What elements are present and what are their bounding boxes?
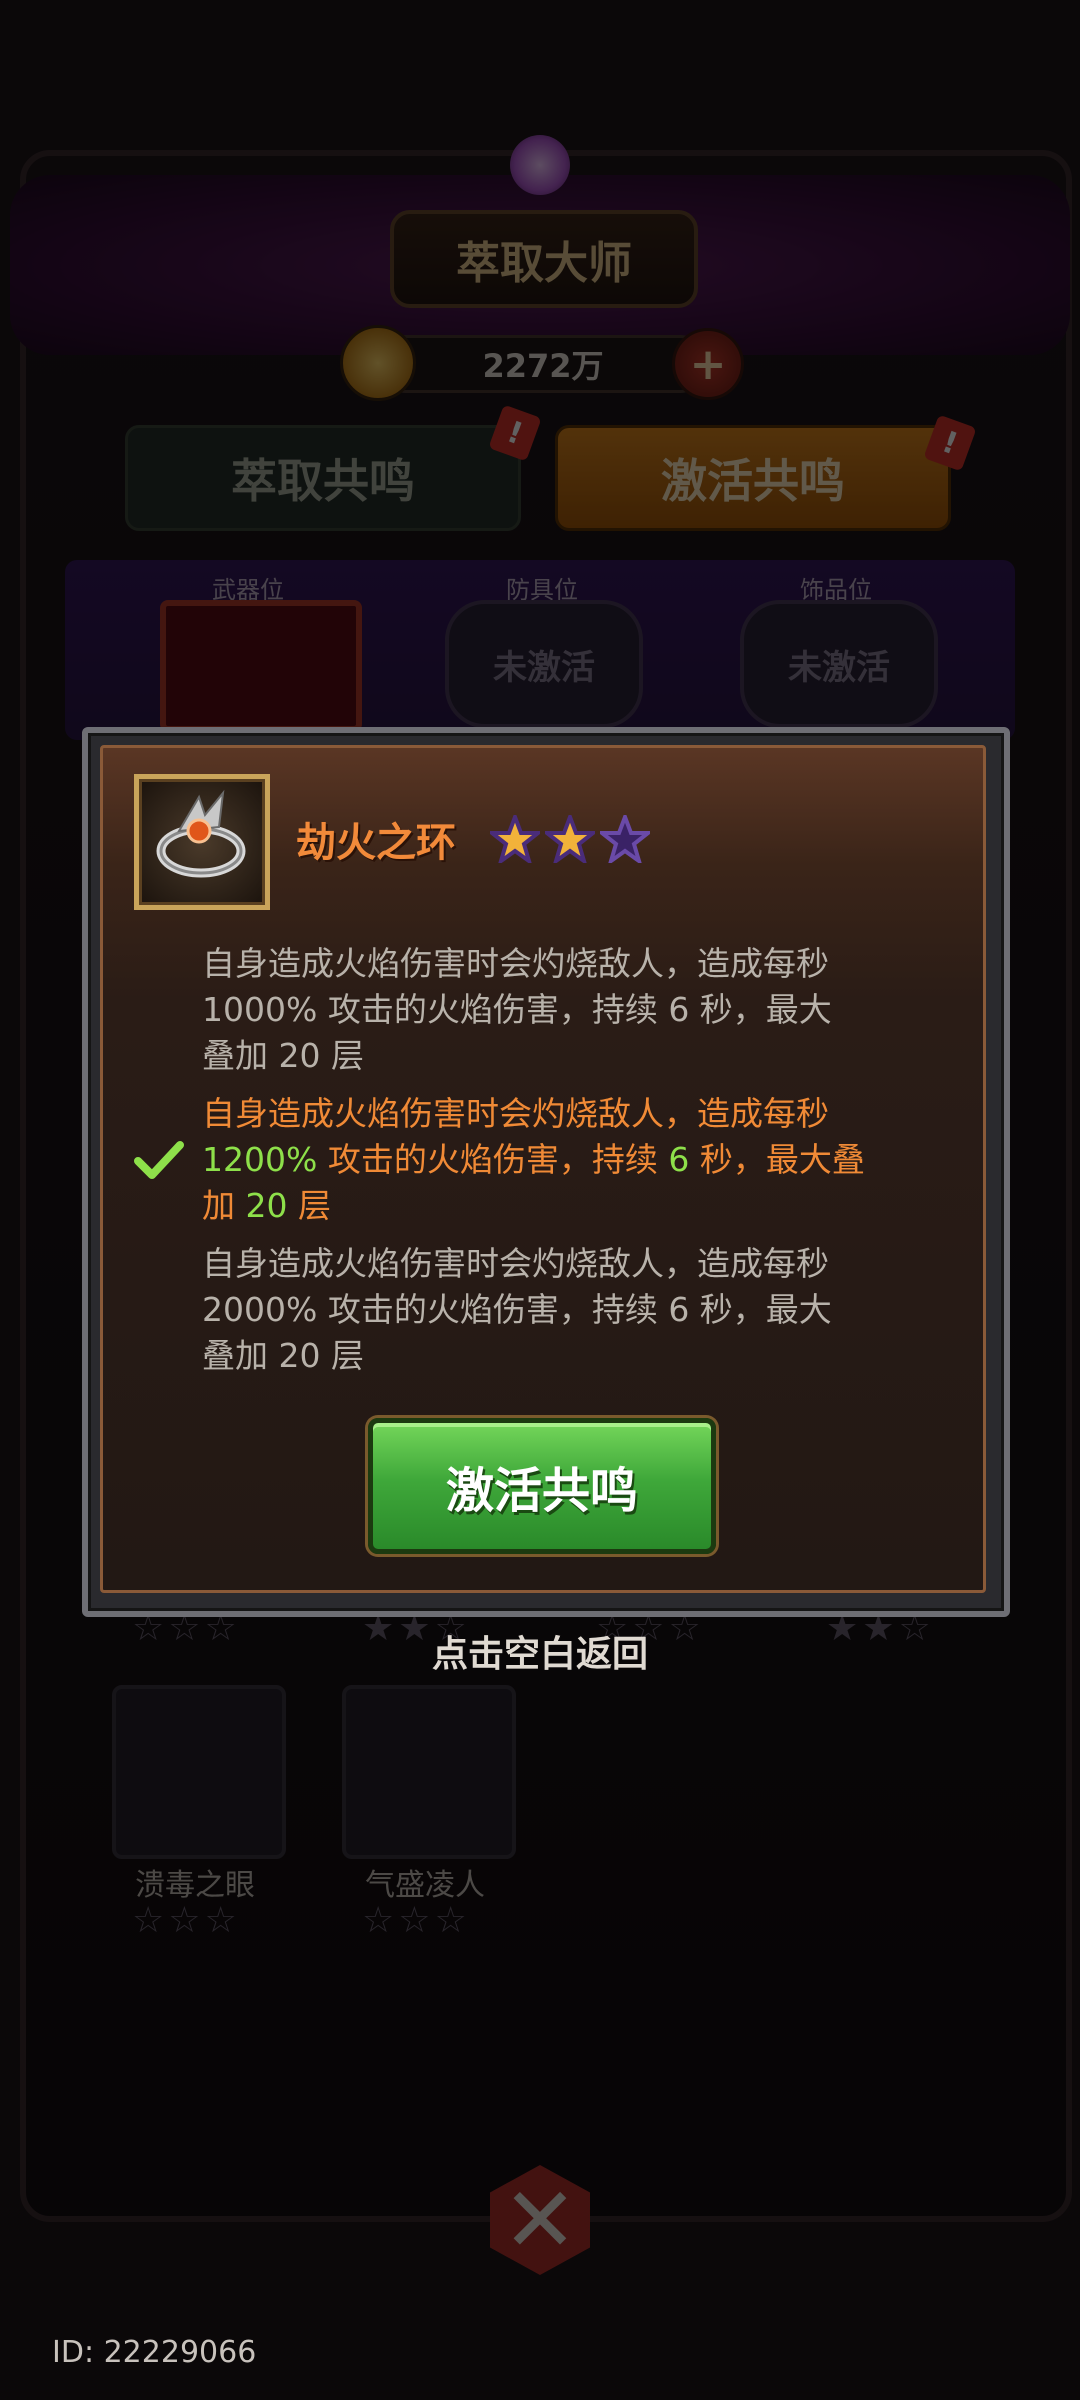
effect-line: 自身造成火焰伤害时会灼烧敌人，造成每秒 [202, 1244, 829, 1283]
effect-level-2: 自身造成火焰伤害时会灼烧敌人，造成每秒 1200% 攻击的火焰伤害，持续 6 秒… [202, 1091, 942, 1229]
button-label: 激活共鸣 [445, 1463, 638, 1519]
orb-icon [510, 135, 570, 195]
item-card-vigor[interactable] [342, 1685, 516, 1859]
star-empty-icon [600, 815, 650, 863]
slot-armor[interactable]: 未激活 [445, 600, 643, 728]
slot-status: 未激活 [788, 647, 890, 688]
tap-to-return-hint[interactable]: 点击空白返回 [340, 1625, 740, 1677]
item-name: 气盛凌人 [365, 1868, 485, 1903]
page-title: 萃取大师 [390, 210, 698, 308]
activate-resonance-button[interactable]: 激活共鸣 [368, 1418, 716, 1554]
slot-accessory[interactable]: 未激活 [740, 600, 938, 728]
checkmark-icon [134, 1141, 184, 1179]
close-icon[interactable]: ✕ [490, 2168, 590, 2273]
currency-value: 2272万 [482, 347, 604, 385]
effect-text: 层 [287, 1186, 331, 1225]
effect-line: 2000% 攻击的火焰伤害，持续 6 秒，最大 [202, 1290, 832, 1329]
tab-label: 激活共鸣 [661, 454, 845, 508]
effect-level-1: 自身造成火焰伤害时会灼烧敌人，造成每秒 1000% 攻击的火焰伤害，持续 6 秒… [202, 941, 942, 1079]
item-name: 溃毒之眼 [135, 1868, 255, 1903]
effect-line: 1000% 攻击的火焰伤害，持续 6 秒，最大 [202, 990, 832, 1029]
effect-line: 1200% 攻击的火焰伤害，持续 6 秒，最大叠 [202, 1137, 942, 1183]
effect-line: 叠加 20 层 [202, 1036, 364, 1075]
effect-percent: 1200% [202, 1140, 318, 1179]
player-id: ID: 22229066 [52, 2335, 257, 2370]
effect-text: 攻击的火焰伤害，持续 [317, 1140, 669, 1179]
star-rating: ☆☆☆ [132, 1900, 241, 1941]
gold-coin-icon [340, 325, 416, 401]
tab-activate-resonance[interactable]: 激活共鸣 [555, 425, 951, 531]
effect-level-3: 自身造成火焰伤害时会灼烧敌人，造成每秒 2000% 攻击的火焰伤害，持续 6 秒… [202, 1241, 942, 1379]
effect-line: 自身造成火焰伤害时会灼烧敌人，造成每秒 [202, 944, 829, 983]
effect-line: 加 20 层 [202, 1183, 942, 1229]
item-card-toxic-eye[interactable] [112, 1685, 286, 1859]
slot-status: 未激活 [493, 647, 595, 688]
item-title: 劫火之环 [296, 820, 456, 866]
effect-line: 自身造成火焰伤害时会灼烧敌人，造成每秒 [202, 1094, 829, 1133]
tab-label: 萃取共鸣 [231, 454, 415, 508]
effect-line: 叠加 20 层 [202, 1336, 364, 1375]
currency-bar: 2272万 [380, 335, 706, 393]
star-filled-icon [545, 815, 595, 863]
star-rating: ☆☆☆ [362, 1900, 471, 1941]
plus-icon[interactable]: + [672, 328, 744, 400]
effect-text: 加 [202, 1186, 246, 1225]
effect-text: 秒，最大叠 [689, 1140, 865, 1179]
effect-stacks: 20 [245, 1186, 288, 1225]
star-filled-icon [490, 815, 540, 863]
slot-weapon[interactable] [160, 600, 362, 732]
ring-icon [134, 774, 270, 910]
effect-duration: 6 [668, 1140, 690, 1179]
tab-extract-resonance[interactable]: 萃取共鸣 [125, 425, 521, 531]
